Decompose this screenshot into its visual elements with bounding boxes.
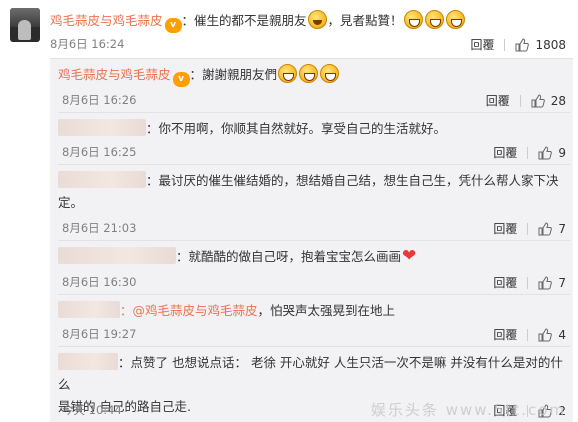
laugh-emoji-icon [320, 64, 340, 83]
thumb-up-icon[interactable] [531, 93, 545, 108]
divider [58, 240, 570, 241]
blurred-username [58, 119, 146, 136]
blurred-username [58, 247, 176, 264]
thumb-up-icon[interactable] [515, 37, 530, 52]
reply-time: 今天 10:44 [62, 403, 122, 417]
mention-link[interactable]: ：@鸡毛蒜皮与鸡毛蒜皮 [120, 303, 258, 318]
thumb-up-icon[interactable] [538, 145, 553, 160]
laugh-emoji-icon [278, 64, 298, 83]
reply-button[interactable]: 回覆 [470, 36, 494, 53]
reply-actions: 回覆 9 [493, 144, 566, 161]
reply-actions: 回覆 7 [493, 274, 566, 291]
divider [58, 294, 570, 295]
watermark: 娱乐头条 www.5tt.com [370, 401, 566, 419]
thumb-up-icon[interactable] [538, 327, 553, 342]
top-comment-actions: 回覆 1808 [470, 36, 566, 53]
reply-button[interactable]: 回覆 [493, 326, 517, 343]
smile-emoji-icon [307, 10, 327, 29]
divider [58, 112, 570, 113]
like-count: 28 [550, 93, 566, 108]
reply-text: ：点赞了 也想说点话： 老徐 开心就好 人生只活一次不是嘛 并没有什么是对的什么 [58, 355, 563, 392]
top-comment-username[interactable]: 鸡毛蒜皮与鸡毛蒜皮 [50, 13, 163, 28]
divider [504, 38, 506, 51]
reply-item: ：就酷酷的做自己呀，抱着宝宝怎么画画 [58, 245, 568, 268]
top-comment-body: ：催生的都不是親朋友 [181, 13, 307, 28]
top-comment-text: 鸡毛蒜皮与鸡毛蒜皮 v ：催生的都不是親朋友 ，見者點贊！ [50, 10, 568, 33]
blurred-username [58, 301, 120, 318]
reply-button[interactable]: 回覆 [493, 144, 517, 161]
divider [527, 222, 529, 235]
divider [527, 146, 529, 159]
reply-item: ：你不用啊，你顺其自然就好。享受自己的生活就好。 [58, 118, 568, 140]
reply-username[interactable]: 鸡毛蒜皮与鸡毛蒜皮 [58, 67, 171, 82]
laugh-emoji-icon [424, 10, 444, 29]
like-count: 7 [558, 221, 566, 236]
avatar[interactable] [10, 8, 40, 42]
heart-emoji-icon [402, 245, 421, 267]
vip-badge-icon: v [164, 18, 182, 33]
reply-text: ：就酷酷的做自己呀，抱着宝宝怎么画画 [176, 249, 402, 264]
reply-time: 8月6日 21:03 [62, 221, 137, 235]
thumb-up-icon[interactable] [538, 221, 553, 236]
like-count: 7 [558, 275, 566, 290]
like-count: 9 [558, 145, 566, 160]
reply-button[interactable]: 回覆 [493, 220, 517, 237]
reply-time: 8月6日 16:26 [62, 93, 137, 107]
reply-text: 定。 [58, 195, 84, 210]
reply-text: ，怕哭声太强晃到在地上 [257, 303, 396, 318]
like-count: 1808 [535, 37, 566, 52]
reply-text: 謝謝親朋友們 [202, 67, 278, 82]
reply-item: ：最讨厌的催生催结婚的，想结婚自己结，想生自己生，凭什么帮人家下决 定。 [58, 170, 568, 214]
laugh-emoji-icon [445, 10, 465, 29]
reply-time: 8月6日 16:25 [62, 145, 137, 159]
reply-item: ：@鸡毛蒜皮与鸡毛蒜皮，怕哭声太强晃到在地上 [58, 300, 568, 322]
reply-time: 8月6日 19:27 [62, 327, 137, 341]
reply-actions: 回覆 4 [493, 326, 566, 343]
divider [519, 94, 521, 107]
divider [58, 164, 570, 165]
laugh-emoji-icon [403, 10, 423, 29]
reply-actions: 回覆 7 [493, 220, 566, 237]
blurred-username [58, 353, 118, 370]
vip-badge-icon: v [172, 72, 190, 87]
reply-time: 8月6日 16:30 [62, 275, 137, 289]
reply-item: 鸡毛蒜皮与鸡毛蒜皮 v ：謝謝親朋友們 [58, 64, 568, 87]
thumb-up-icon[interactable] [538, 275, 553, 290]
reply-button[interactable]: 回覆 [486, 92, 510, 109]
laugh-emoji-icon [299, 64, 319, 83]
reply-actions: 回覆 28 [486, 92, 566, 109]
like-count: 4 [558, 327, 566, 342]
divider [58, 346, 570, 347]
top-comment-body-end: ，見者點贊！ [327, 13, 403, 28]
reply-text: ：你不用啊，你顺其自然就好。享受自己的生活就好。 [146, 121, 447, 136]
top-comment-time: 8月6日 16:24 [50, 37, 125, 51]
reply-text: ：最讨厌的催生催结婚的，想结婚自己结，想生自己生，凭什么帮人家下决 [146, 173, 559, 188]
reply-colon: ： [189, 67, 203, 82]
blurred-username [58, 171, 146, 188]
reply-button[interactable]: 回覆 [493, 274, 517, 291]
divider [527, 276, 529, 289]
divider [527, 328, 529, 341]
